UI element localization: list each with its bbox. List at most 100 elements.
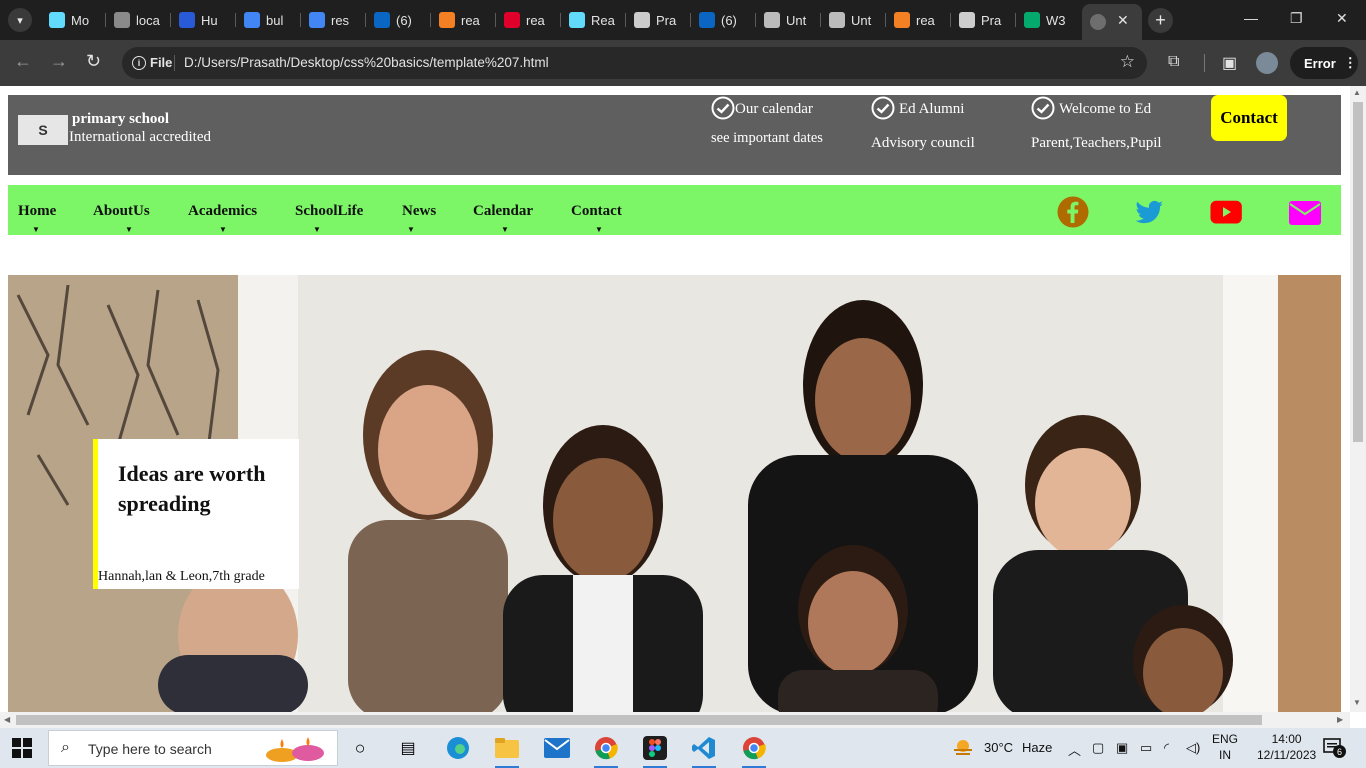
notification-center-icon[interactable]: 6 [1323, 737, 1346, 759]
weather-haze-icon[interactable] [952, 737, 974, 759]
address-bar[interactable]: i File D:/Users/Prasath/Desktop/css%20ba… [122, 47, 1147, 79]
divider [174, 55, 175, 71]
vscode-icon[interactable] [690, 734, 718, 768]
nav-aboutus[interactable]: AboutUs [93, 203, 150, 220]
chevron-down-icon[interactable]: ▼ [407, 225, 415, 234]
tab-label: Pra [981, 12, 1002, 28]
chevron-down-icon[interactable]: ▼ [32, 225, 40, 234]
tab-label: W3 [1046, 12, 1066, 28]
reload-icon[interactable]: ↻ [86, 51, 101, 72]
chevron-down-icon[interactable]: ▼ [125, 225, 133, 234]
language-indicator[interactable]: ENG IN [1212, 731, 1238, 763]
search-icon: ⌕ [61, 739, 70, 756]
cortana-icon[interactable]: ○ [346, 734, 374, 762]
quote-title: Ideas are worth spreading [118, 461, 266, 516]
browser-tab[interactable]: Unt [821, 6, 886, 34]
url-text[interactable]: D:/Users/Prasath/Desktop/css%20basics/te… [184, 55, 549, 70]
profile-error-button[interactable]: Error ⋮ [1290, 47, 1358, 79]
check-circle-icon [871, 96, 895, 120]
tab-label: (6) [721, 12, 737, 28]
back-icon[interactable]: ← [14, 51, 32, 72]
browser-tab[interactable]: bul [236, 6, 301, 34]
notification-app-icon[interactable]: ▣ [1116, 740, 1128, 756]
chrome-profile-icon[interactable] [740, 734, 768, 768]
browser-tab[interactable]: Pra [626, 6, 691, 34]
meet-now-icon[interactable]: ▢ [1092, 740, 1104, 756]
more-icon[interactable]: ⋮ [1344, 55, 1357, 71]
school-logo[interactable]: S [18, 115, 68, 145]
tab-label: Unt [786, 12, 807, 28]
weather-text[interactable]: Haze [1022, 740, 1052, 755]
taskbar-search[interactable]: ⌕ Type here to search [48, 730, 338, 766]
vertical-scrollbar[interactable]: ▲ ▼ [1350, 86, 1366, 712]
browser-tab[interactable]: Hu [171, 6, 236, 34]
browser-tab[interactable]: rea [886, 6, 951, 34]
vertical-scroll-thumb[interactable] [1353, 102, 1363, 442]
nav-calendar[interactable]: Calendar [473, 203, 533, 220]
close-window-icon[interactable]: ✕ [1336, 10, 1348, 27]
chevron-down-icon[interactable]: ▼ [595, 225, 603, 234]
active-tab[interactable] [1082, 4, 1142, 40]
browser-tab[interactable]: rea [431, 6, 496, 34]
facebook-icon[interactable] [1057, 196, 1089, 228]
edge-icon[interactable] [444, 734, 472, 762]
browser-tab[interactable]: loca [106, 6, 171, 34]
check-circle-icon [1031, 96, 1055, 120]
chevron-down-icon[interactable]: ▼ [313, 225, 321, 234]
nav-news[interactable]: News [402, 203, 436, 220]
scroll-right-icon[interactable]: ▶ [1337, 715, 1343, 724]
horizontal-scrollbar[interactable]: ◀ ▶ [0, 712, 1350, 728]
clock-time: 14:00 [1271, 732, 1302, 746]
windows-start-icon[interactable] [12, 738, 32, 758]
tab-label: rea [916, 12, 935, 28]
battery-icon[interactable]: ▭ [1140, 740, 1152, 756]
restore-icon[interactable]: ❐ [1290, 10, 1303, 27]
extensions-icon[interactable]: ⧉ [1168, 53, 1179, 71]
scroll-left-icon[interactable]: ◀ [4, 715, 10, 724]
chevron-up-icon[interactable]: ︿ [1068, 740, 1081, 759]
mail-app-icon[interactable] [543, 734, 571, 762]
nav-contact[interactable]: Contact [571, 203, 622, 220]
horizontal-scroll-thumb[interactable] [16, 715, 1262, 725]
minimize-icon[interactable]: — [1244, 10, 1258, 26]
tab-search-button[interactable]: ▾ [8, 8, 32, 32]
nav-schoollife[interactable]: SchoolLife [295, 203, 363, 220]
nav-academics[interactable]: Academics [188, 203, 257, 220]
side-panel-icon[interactable]: ▣ [1222, 53, 1237, 73]
mail-icon[interactable] [1289, 196, 1321, 228]
bookmark-star-icon[interactable]: ☆ [1120, 52, 1135, 72]
wifi-icon[interactable]: ◜ [1164, 740, 1169, 756]
main-nav: Home ▼ AboutUs ▼ Academics ▼ SchoolLife … [8, 185, 1341, 235]
scroll-up-icon[interactable]: ▲ [1353, 88, 1361, 97]
browser-tab[interactable]: Unt [756, 6, 821, 34]
info-icon[interactable]: i [132, 56, 146, 70]
browser-tab[interactable]: Rea [561, 6, 626, 34]
volume-icon[interactable]: ◁) [1186, 740, 1200, 756]
task-view-icon[interactable]: ▤ [394, 734, 422, 762]
browser-tab[interactable]: Pra [951, 6, 1016, 34]
youtube-icon[interactable] [1210, 196, 1242, 228]
figma-icon[interactable] [641, 734, 669, 768]
chevron-down-icon[interactable]: ▼ [219, 225, 227, 234]
contact-button[interactable]: Contact [1211, 95, 1287, 141]
twitter-icon[interactable] [1133, 196, 1165, 228]
new-tab-button[interactable]: + [1148, 8, 1173, 33]
forward-icon[interactable]: → [50, 51, 68, 72]
browser-tab[interactable]: W3 [1016, 6, 1081, 34]
clock[interactable]: 14:00 12/11/2023 [1257, 731, 1316, 763]
weather-temp[interactable]: 30°C [984, 740, 1013, 755]
close-tab-icon[interactable]: ✕ [1117, 12, 1129, 29]
scroll-down-icon[interactable]: ▼ [1353, 698, 1361, 707]
nav-home[interactable]: Home [18, 203, 56, 220]
tab-label: Mo [71, 12, 90, 28]
browser-tab[interactable]: (6) [366, 6, 431, 34]
browser-tab[interactable]: res [301, 6, 366, 34]
browser-tab[interactable]: (6) [691, 6, 756, 34]
profile-avatar[interactable] [1256, 52, 1278, 74]
browser-tab[interactable]: rea [496, 6, 561, 34]
chrome-icon[interactable] [592, 734, 620, 768]
browser-tab[interactable]: Mo [41, 6, 106, 34]
chevron-down-icon[interactable]: ▼ [501, 225, 509, 234]
file-explorer-icon[interactable] [493, 734, 521, 768]
info-title: Welcome to Ed [1059, 101, 1152, 117]
